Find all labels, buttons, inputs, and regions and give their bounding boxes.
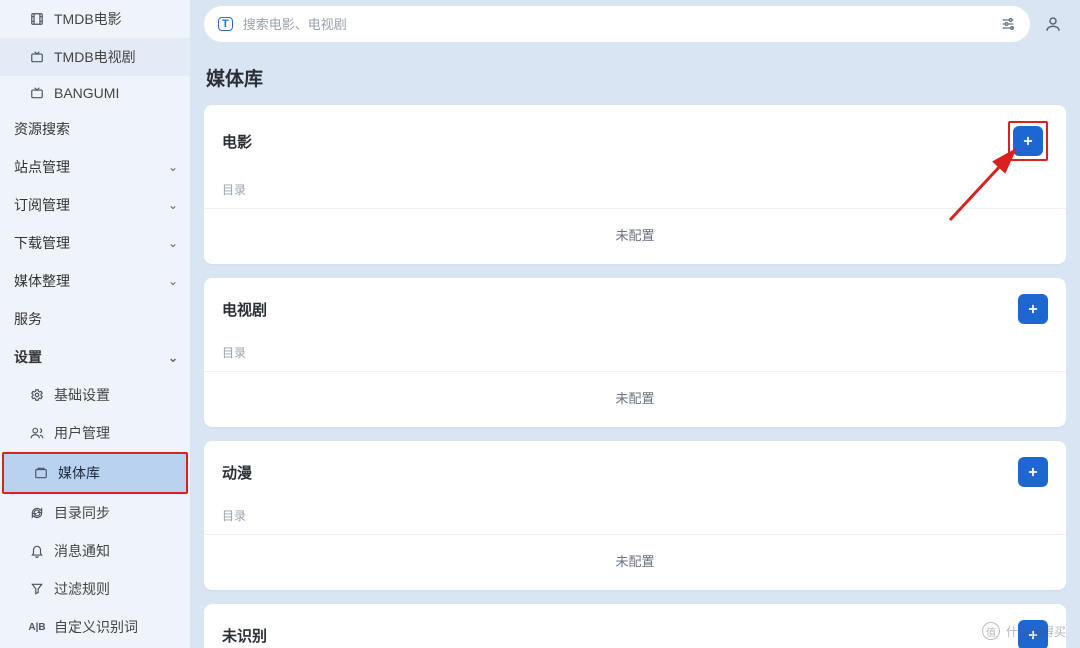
sidebar-group-media-organize[interactable]: 媒体整理 ⌄	[0, 262, 190, 300]
sidebar-item-bangumi[interactable]: BANGUMI	[0, 76, 190, 110]
chevron-up-icon: ⌃	[168, 350, 178, 364]
card-sub-label: 目录	[204, 501, 1066, 535]
sidebar-item-tmdb-tv[interactable]: TMDB电视剧	[0, 38, 190, 76]
tv-icon	[28, 86, 46, 100]
card-sub-label: 目录	[204, 338, 1066, 372]
chevron-down-icon: ⌄	[168, 198, 178, 212]
card-body-text: 未配置	[204, 535, 1066, 590]
search-box[interactable]: T	[204, 6, 1030, 42]
topbar: T	[204, 6, 1066, 42]
card-list: 电影 目录 未配置 电视剧 目录	[204, 105, 1066, 648]
sidebar-group-label: 媒体整理	[14, 271, 168, 291]
card-body-text: 未配置	[204, 209, 1066, 264]
sidebar-item-custom-words[interactable]: A|B 自定义识别词	[0, 608, 190, 646]
media-card-movie: 电影 目录 未配置	[204, 105, 1066, 264]
chevron-down-icon: ⌄	[168, 160, 178, 174]
sidebar-item-label: TMDB电影	[54, 9, 178, 29]
card-title: 未识别	[222, 625, 267, 646]
sidebar-item-user-manage[interactable]: 用户管理	[0, 414, 190, 452]
card-title: 电视剧	[222, 299, 267, 320]
add-button[interactable]	[1018, 457, 1048, 487]
sidebar-item-tmdb-movie[interactable]: TMDB电影	[0, 0, 190, 38]
sidebar-item-label: 媒体库	[58, 463, 174, 483]
sidebar-group-label: 下载管理	[14, 233, 168, 253]
refresh-icon	[28, 506, 46, 520]
search-input[interactable]	[243, 17, 990, 32]
sidebar-item-label: 过滤规则	[54, 579, 178, 599]
page-title: 媒体库	[206, 64, 1066, 91]
sidebar-group-site-manage[interactable]: 站点管理 ⌄	[0, 148, 190, 186]
chevron-down-icon: ⌄	[168, 274, 178, 288]
main-panel: T 媒体库 电影	[190, 0, 1080, 648]
sidebar-group-label: 服务	[14, 309, 178, 329]
sidebar-item-dir-sync[interactable]: 目录同步	[0, 494, 190, 532]
sidebar-item-label: 基础设置	[54, 385, 178, 405]
bell-icon	[28, 544, 46, 558]
media-card-anime: 动漫 目录 未配置	[204, 441, 1066, 590]
chevron-down-icon: ⌄	[168, 236, 178, 250]
sliders-icon[interactable]	[1000, 16, 1016, 32]
filter-icon	[28, 582, 46, 596]
ab-icon: A|B	[28, 622, 46, 633]
add-button[interactable]	[1013, 126, 1043, 156]
sidebar-group-label: 订阅管理	[14, 195, 168, 215]
sidebar-item-filter-rules[interactable]: 过滤规则	[0, 570, 190, 608]
add-button[interactable]	[1018, 294, 1048, 324]
sidebar-item-media-library[interactable]: 媒体库	[2, 452, 188, 494]
user-avatar-icon[interactable]	[1040, 11, 1066, 37]
sidebar-group-settings[interactable]: 设置 ⌃	[0, 338, 190, 376]
watermark: 值 什么值得买	[982, 622, 1066, 640]
media-card-unknown: 未识别 目录 未配置	[204, 604, 1066, 648]
card-body-text: 未配置	[204, 372, 1066, 427]
card-title: 电影	[222, 131, 252, 152]
watermark-icon: 值	[982, 622, 1000, 640]
tv-icon	[28, 50, 46, 64]
sidebar-item-label: 用户管理	[54, 423, 178, 443]
gear-icon	[28, 388, 46, 402]
sidebar-group-label: 资源搜索	[14, 119, 178, 139]
sidebar-item-label: 消息通知	[54, 541, 178, 561]
sidebar-group-download[interactable]: 下载管理 ⌄	[0, 224, 190, 262]
sidebar-item-label: BANGUMI	[54, 85, 178, 101]
media-card-tv: 电视剧 目录 未配置	[204, 278, 1066, 427]
sidebar-group-resource-search[interactable]: 资源搜索	[0, 110, 190, 148]
sidebar-item-basic-settings[interactable]: 基础设置	[0, 376, 190, 414]
card-title: 动漫	[222, 462, 252, 483]
sidebar-group-label: 站点管理	[14, 157, 168, 177]
film-icon	[28, 12, 46, 26]
card-sub-label: 目录	[204, 175, 1066, 209]
sidebar-group-subscribe[interactable]: 订阅管理 ⌄	[0, 186, 190, 224]
search-badge: T	[218, 17, 233, 31]
sidebar-item-notify[interactable]: 消息通知	[0, 532, 190, 570]
sidebar-item-label: 目录同步	[54, 503, 178, 523]
sidebar-item-label: 自定义识别词	[54, 617, 178, 637]
sidebar-item-label: TMDB电视剧	[54, 47, 178, 67]
library-icon	[32, 466, 50, 480]
users-icon	[28, 426, 46, 440]
sidebar-group-label: 设置	[14, 347, 168, 367]
sidebar: TMDB电影 TMDB电视剧 BANGUMI 资源搜索 站点管理 ⌄ 订阅管理 …	[0, 0, 190, 648]
sidebar-group-service[interactable]: 服务	[0, 300, 190, 338]
watermark-text: 什么值得买	[1006, 623, 1066, 640]
